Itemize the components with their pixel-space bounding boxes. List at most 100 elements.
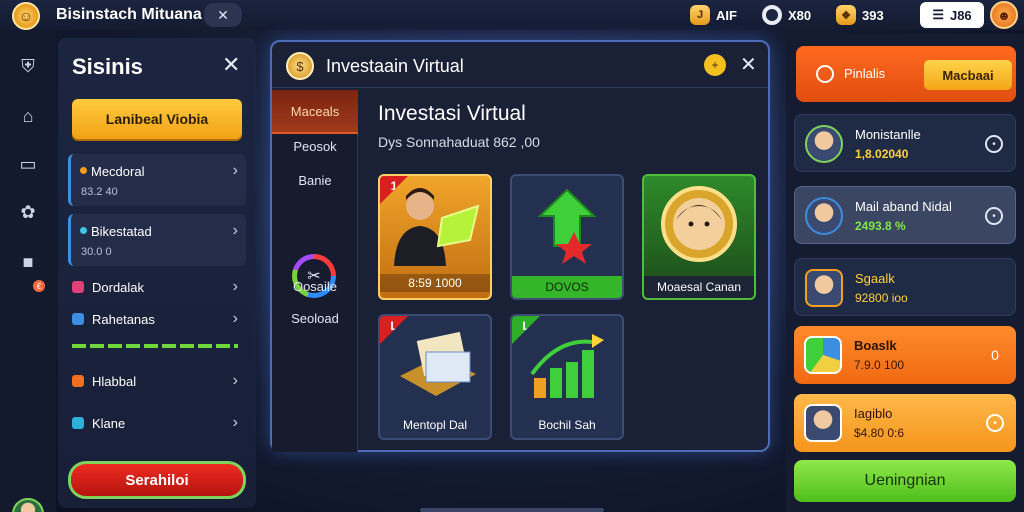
header-action-button[interactable]: Macbaai bbox=[924, 60, 1012, 90]
list-item[interactable]: Klane › bbox=[70, 412, 246, 436]
avatar bbox=[804, 336, 842, 374]
player-avatar[interactable] bbox=[12, 498, 44, 512]
item-name: Mail aband Nidal bbox=[855, 199, 952, 214]
bottom-handle bbox=[420, 508, 604, 512]
list-item[interactable]: Boaslk 7.9.0 100 0 bbox=[794, 326, 1016, 384]
stat-settings[interactable]: X80 bbox=[762, 4, 811, 26]
chevron-right-icon: › bbox=[232, 414, 238, 431]
primary-action-button[interactable]: Lanibeal Viobia bbox=[72, 99, 242, 139]
coin-icon: $ bbox=[286, 52, 314, 80]
list-item[interactable]: Hlabbal › bbox=[70, 370, 246, 394]
left-panel: Sisinis ✕ Lanibeal Viobia Mecdoral 83.2 … bbox=[58, 38, 256, 508]
content-title: Investasi Virtual bbox=[378, 102, 526, 125]
investment-tile[interactable]: 1 8:59 1000 bbox=[378, 174, 492, 300]
card-name: Mecdoral bbox=[91, 164, 145, 179]
investment-tile[interactable]: Moaesal Canan bbox=[642, 174, 756, 300]
bar-chart-icon bbox=[530, 334, 604, 398]
app-logo-icon[interactable]: ☺ bbox=[12, 2, 40, 30]
info-icon[interactable]: + bbox=[704, 54, 726, 76]
menu-button-label: J86 bbox=[949, 7, 972, 23]
header-label: Pinlalis bbox=[844, 66, 886, 81]
stat-currency-2-value: 393 bbox=[862, 7, 884, 23]
tile-label: 8:59 1000 bbox=[380, 274, 490, 292]
currency-icon: J bbox=[690, 5, 710, 25]
right-panel: Pinlalis Macbaai Monistanlle 1,8.02040 •… bbox=[786, 34, 1024, 512]
documents-icon bbox=[400, 331, 476, 396]
category-icon bbox=[72, 281, 84, 293]
stat-currency-2[interactable]: ❖ 393 bbox=[836, 4, 884, 26]
tab-seoload[interactable]: Seoload bbox=[272, 296, 358, 340]
list-item[interactable]: Rahetanas › bbox=[70, 308, 246, 332]
chat-icon[interactable]: ■ bbox=[16, 250, 40, 274]
investment-tile[interactable]: L Mentopl Dal bbox=[378, 314, 492, 440]
investment-tile[interactable]: L Bochil Sah bbox=[510, 314, 624, 440]
item-name: Sgaalk bbox=[855, 271, 895, 286]
gear-icon bbox=[762, 5, 782, 25]
list-item[interactable]: Mail aband Nidal 2493.8 % • bbox=[794, 186, 1016, 244]
list-card[interactable]: Bikestatad 30.0 0 › bbox=[68, 214, 246, 266]
info-icon[interactable]: • bbox=[985, 135, 1003, 153]
menu-button[interactable]: ☰ J86 bbox=[920, 2, 984, 28]
tab-banie[interactable]: Banie bbox=[272, 158, 358, 202]
status-dot bbox=[80, 167, 87, 174]
list-card[interactable]: Mecdoral 83.2 40 › bbox=[68, 154, 246, 206]
close-icon[interactable]: ✕ bbox=[222, 52, 240, 78]
avatar bbox=[805, 269, 843, 307]
list-item-label: Dordalak bbox=[92, 280, 145, 295]
card-value: 30.0 0 bbox=[81, 246, 112, 258]
item-value: 7.9.0 100 bbox=[854, 358, 905, 372]
window-header: $ Investaain Virtual + ✕ bbox=[272, 42, 768, 88]
chevron-right-icon: › bbox=[232, 278, 238, 295]
info-icon[interactable]: • bbox=[985, 207, 1003, 225]
book-icon[interactable]: ▭ bbox=[16, 152, 40, 176]
list-item-label: Hlabbal bbox=[92, 374, 137, 389]
list-item[interactable]: Monistanlle 1,8.02040 • bbox=[794, 114, 1016, 172]
medal-portrait-icon bbox=[661, 186, 737, 262]
confirm-button[interactable]: Serahiloi bbox=[68, 461, 246, 499]
list-item[interactable]: Iagiblo $4.80 0:6 • bbox=[794, 394, 1016, 452]
tab-list: Maceals Peosok Banie ✂ Oosaile Seoload bbox=[272, 90, 358, 452]
investment-tile[interactable]: DOVOS bbox=[510, 174, 624, 300]
chevron-right-icon: › bbox=[232, 310, 238, 327]
gear-icon[interactable]: ✿ bbox=[16, 200, 40, 224]
top-bar: ☺ Bisinstach Mituana ✕ J AIF X80 ❖ 393 ☰… bbox=[0, 0, 1024, 30]
card-name: Bikestatad bbox=[91, 224, 152, 239]
info-icon[interactable]: • bbox=[986, 414, 1004, 432]
category-icon bbox=[72, 375, 84, 387]
item-name: Boaslk bbox=[854, 338, 897, 353]
growth-arrow-icon bbox=[537, 188, 597, 264]
chevron-right-icon: › bbox=[232, 222, 238, 239]
panel-title: Sisinis bbox=[72, 54, 143, 79]
profile-avatar[interactable]: ☻ bbox=[990, 1, 1018, 29]
tile-label: Moaesal Canan bbox=[644, 276, 754, 298]
stat-currency-1-value: AIF bbox=[716, 7, 737, 23]
avatar bbox=[805, 125, 843, 163]
list-item[interactable]: Sgaalk 92800 ioo bbox=[794, 258, 1016, 316]
avatar bbox=[804, 404, 842, 442]
claim-button[interactable]: Ueningnian bbox=[794, 460, 1016, 502]
close-icon[interactable]: ✕ bbox=[740, 52, 757, 77]
stat-currency-1[interactable]: J AIF bbox=[690, 4, 737, 26]
info-icon[interactable]: 0 bbox=[986, 346, 1004, 364]
category-icon bbox=[72, 313, 84, 325]
avatar bbox=[805, 197, 843, 235]
item-value: 92800 ioo bbox=[855, 291, 908, 305]
hamburger-icon: ☰ bbox=[932, 7, 944, 22]
list-item[interactable]: Dordalak › bbox=[70, 276, 246, 300]
category-icon bbox=[72, 417, 84, 429]
radio-button[interactable] bbox=[816, 65, 834, 83]
progress-bar bbox=[72, 344, 238, 348]
status-dot bbox=[80, 227, 87, 234]
chevron-right-icon: › bbox=[232, 162, 238, 179]
top-close-button[interactable]: ✕ bbox=[204, 3, 242, 27]
tile-label: DOVOS bbox=[512, 276, 622, 298]
list-item-label: Klane bbox=[92, 416, 126, 431]
tile-label: Mentopl Dal bbox=[402, 418, 468, 432]
item-value: 2493.8 % bbox=[855, 219, 906, 233]
shield-icon[interactable]: ⛨ bbox=[16, 54, 40, 78]
chevron-right-icon: › bbox=[232, 372, 238, 389]
map-icon[interactable]: ⌂ bbox=[16, 104, 40, 128]
right-panel-header: Pinlalis Macbaai bbox=[796, 46, 1016, 102]
card-value: 83.2 40 bbox=[81, 186, 118, 198]
item-value: $4.80 0:6 bbox=[854, 426, 905, 440]
